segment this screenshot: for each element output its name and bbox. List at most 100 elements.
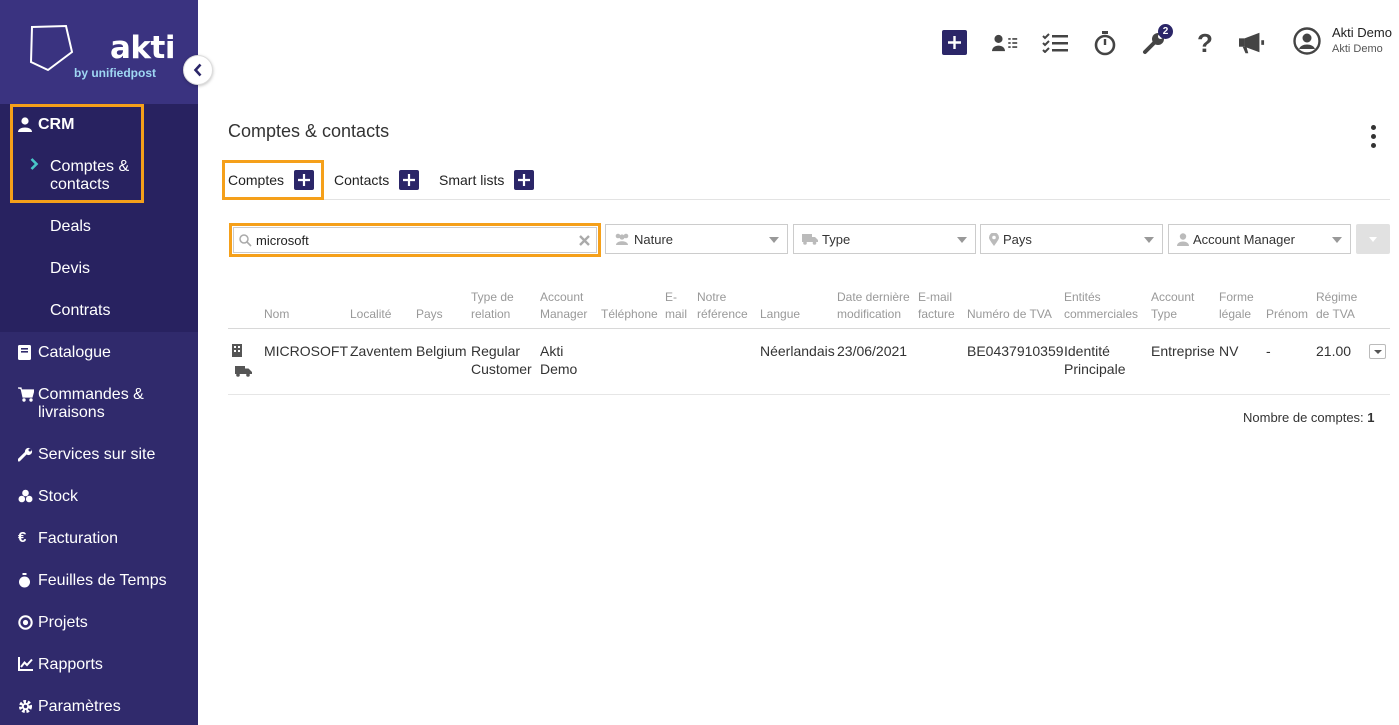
target-icon	[18, 615, 38, 630]
cell-langue: Néerlandais	[760, 343, 835, 359]
cell-nom[interactable]: MICROSOFT	[264, 342, 348, 360]
col-header-email[interactable]: E-mail	[665, 289, 689, 323]
truck-icon	[235, 366, 252, 377]
col-header-regime-tva[interactable]: Régime de TVA	[1316, 289, 1362, 323]
cell-prenom: -	[1266, 343, 1271, 359]
col-header-forme-legale[interactable]: Forme légale	[1219, 289, 1259, 323]
announcements-button[interactable]	[1239, 30, 1265, 56]
book-icon	[18, 345, 38, 360]
sidebar-item-projets[interactable]: Projets	[18, 614, 88, 632]
col-header-email-facture[interactable]: E-mail facture	[918, 289, 962, 323]
col-header-pays[interactable]: Pays	[416, 306, 443, 323]
collapse-sidebar-button[interactable]	[183, 55, 213, 85]
sidebar-item-stock[interactable]: Stock	[18, 488, 78, 506]
sidebar-item-deals[interactable]: Deals	[50, 218, 91, 236]
users-icon	[614, 233, 630, 245]
tab-contacts[interactable]: Contacts	[334, 170, 420, 190]
timer-button[interactable]	[1092, 30, 1118, 56]
plus-icon	[518, 174, 531, 186]
chevron-down-icon	[1369, 237, 1377, 242]
brand-name: akti	[110, 30, 175, 66]
sidebar-item-label: Catalogue	[38, 344, 111, 361]
user-icon	[1177, 232, 1189, 246]
sidebar-item-label: Paramètres	[38, 698, 121, 715]
user-avatar[interactable]	[1293, 27, 1321, 55]
sidebar-item-label: Stock	[38, 488, 79, 505]
pays-filter-label: Pays	[1003, 231, 1032, 247]
gear-icon	[18, 699, 38, 714]
tab-smart-lists[interactable]: Smart lists	[439, 170, 535, 190]
col-header-localite[interactable]: Localité	[350, 306, 391, 323]
col-header-langue[interactable]: Langue	[760, 306, 800, 323]
sidebar-item-label: Commandes & livraisons	[38, 386, 144, 421]
wrench-icon	[18, 447, 38, 462]
app-root: akti by unifiedpost CRM Comptes & contac…	[0, 0, 1399, 725]
col-header-account-type[interactable]: Account Type	[1151, 289, 1213, 323]
more-options-button[interactable]	[1368, 125, 1378, 151]
nature-filter[interactable]: Nature	[605, 224, 788, 254]
col-header-entites[interactable]: Entités commerciales	[1064, 289, 1144, 323]
user-circle-icon	[1293, 27, 1321, 55]
more-filters-button[interactable]	[1356, 224, 1390, 254]
col-header-telephone[interactable]: Téléphone	[601, 306, 658, 323]
sidebar-item-rapports[interactable]: Rapports	[18, 656, 103, 674]
sidebar-item-catalogue[interactable]: Catalogue	[18, 344, 111, 362]
add-contact-button[interactable]	[399, 170, 420, 190]
akti-logo-icon	[29, 24, 74, 72]
chevron-down-icon	[1144, 237, 1154, 243]
type-filter-label: Type	[822, 231, 851, 247]
map-pin-icon	[989, 232, 999, 246]
type-filter[interactable]: Type	[793, 224, 976, 254]
building-icon	[232, 344, 242, 357]
contacts-list-button[interactable]	[992, 30, 1018, 56]
sidebar-item-commandes[interactable]: Commandes & livraisons	[18, 386, 158, 422]
account-manager-filter[interactable]: Account Manager	[1168, 224, 1351, 254]
tabs-divider	[228, 199, 1390, 200]
help-button[interactable]: ?	[1192, 27, 1218, 58]
sidebar-item-contrats[interactable]: Contrats	[50, 302, 110, 320]
sidebar-item-label: Projets	[38, 614, 88, 631]
col-header-notre-reference[interactable]: Notre référence	[697, 289, 757, 323]
sidebar-item-label: Services sur site	[38, 446, 156, 463]
cart-icon	[18, 387, 38, 402]
sidebar-item-facturation[interactable]: € Facturation	[18, 529, 118, 548]
col-header-nom[interactable]: Nom	[264, 306, 289, 323]
sidebar-item-label: Feuilles de Temps	[38, 572, 167, 589]
sidebar: akti by unifiedpost CRM Comptes & contac…	[0, 0, 198, 725]
chevron-down-icon	[769, 237, 779, 243]
pays-filter[interactable]: Pays	[980, 224, 1163, 254]
count-value: 1	[1367, 410, 1375, 425]
cell-account-manager: Akti Demo	[540, 343, 578, 377]
cell-type-relation: Regular Customer	[471, 343, 532, 377]
stopwatch-icon	[1094, 30, 1116, 55]
sidebar-item-services[interactable]: Services sur site	[18, 446, 155, 464]
sidebar-item-feuilles-temps[interactable]: Feuilles de Temps	[18, 572, 167, 590]
page-title: Comptes & contacts	[228, 121, 390, 141]
tasks-button[interactable]	[1042, 30, 1068, 56]
truck-icon	[802, 233, 818, 245]
crm-highlight-frame	[10, 104, 144, 203]
megaphone-icon	[1239, 32, 1265, 54]
chevron-down-icon	[1332, 237, 1342, 243]
quick-add-button[interactable]	[942, 30, 967, 55]
tab-label: Contacts	[334, 172, 390, 188]
cell-localite: Zaventem	[350, 343, 413, 359]
col-header-date-modification[interactable]: Date dernière modification	[837, 289, 915, 323]
add-smart-list-button[interactable]	[514, 170, 535, 190]
question-icon: ?	[1197, 27, 1213, 58]
nature-filter-label: Nature	[634, 231, 674, 247]
col-header-account-manager[interactable]: Account Manager	[540, 289, 598, 323]
sidebar-item-parametres[interactable]: Paramètres	[18, 698, 121, 716]
user-name[interactable]: Akti Demo	[1332, 25, 1392, 40]
col-header-type-relation[interactable]: Type de relation	[471, 289, 533, 323]
sidebar-item-devis[interactable]: Devis	[50, 260, 90, 278]
euro-icon: €	[18, 529, 27, 546]
table-row-divider	[228, 394, 1390, 395]
row-actions-button[interactable]	[1369, 344, 1386, 359]
plus-icon	[948, 36, 961, 49]
col-header-prenom[interactable]: Prénom	[1266, 306, 1308, 323]
boxes-icon	[18, 489, 38, 503]
col-header-tva[interactable]: Numéro de TVA	[967, 306, 1052, 323]
tab-label: Smart lists	[439, 172, 505, 188]
chart-icon	[18, 657, 38, 671]
